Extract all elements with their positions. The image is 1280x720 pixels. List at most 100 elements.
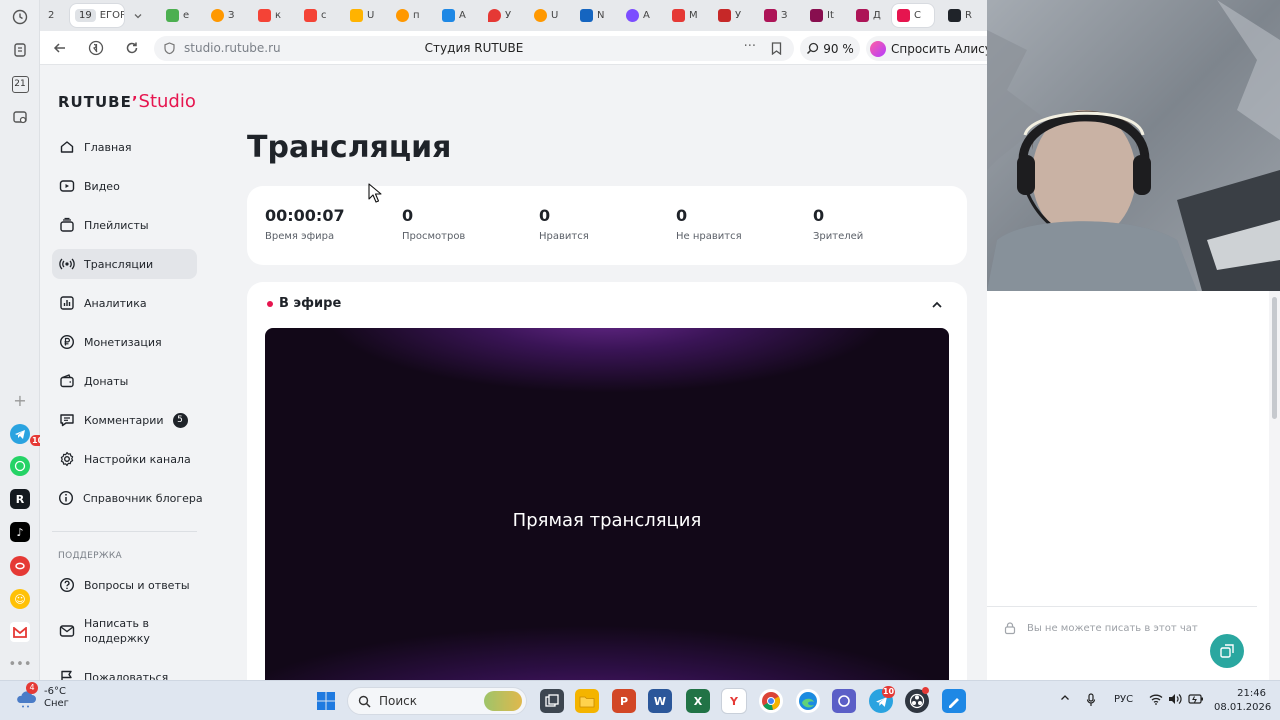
favicon-icon	[488, 9, 501, 22]
file-explorer-icon[interactable]	[575, 689, 599, 713]
chat-panel: Вы не можете писать в этот чат	[987, 291, 1280, 680]
tab-label: к	[275, 10, 282, 21]
tiktok-icon[interactable]: ♪	[10, 522, 30, 542]
whatsapp-icon[interactable]	[10, 456, 30, 476]
taskbar-search[interactable]: Поиск	[347, 687, 527, 715]
calendar-icon[interactable]: 21	[8, 72, 32, 96]
tab[interactable]: У	[713, 4, 747, 27]
more-options-icon[interactable]: ···	[744, 39, 756, 54]
paint-icon[interactable]	[942, 689, 966, 713]
page-title: Трансляция	[247, 130, 452, 165]
telegram-icon[interactable]: 10	[10, 424, 46, 446]
messenger-icon[interactable]	[832, 689, 856, 713]
more-icon[interactable]: •••	[8, 652, 32, 676]
sidebar-item-blogger-guide[interactable]: Справочник блогера	[52, 483, 203, 513]
tab[interactable]: М	[667, 4, 701, 27]
sidebar-item-analytics[interactable]: Аналитика	[52, 288, 197, 318]
live-section-header[interactable]: В эфире	[267, 296, 341, 311]
taskbar-search-label: Поиск	[379, 694, 418, 708]
history-icon[interactable]	[8, 5, 32, 29]
sidebar-item-comments[interactable]: Комментарии 5	[52, 405, 197, 435]
weather-widget[interactable]: 4 -6°C Снег	[14, 682, 69, 710]
task-view-icon[interactable]	[540, 689, 564, 713]
tab[interactable]: У	[483, 4, 517, 27]
sidebar-item-home[interactable]: Главная	[52, 132, 197, 162]
tab[interactable]: с	[299, 4, 333, 27]
windows-start-icon[interactable]	[314, 689, 338, 713]
word-icon[interactable]: W	[648, 689, 672, 713]
tab[interactable]: п	[391, 4, 425, 27]
zoom-button[interactable]: 90 %	[800, 36, 860, 61]
weather-badge: 4	[26, 682, 38, 694]
chevron-up-icon[interactable]	[927, 295, 947, 315]
sidebar-item-playlists[interactable]: Плейлисты	[52, 210, 197, 240]
live-player[interactable]: Прямая трансляция	[265, 328, 949, 680]
screenshot-icon[interactable]	[8, 105, 32, 129]
add-icon[interactable]: +	[8, 388, 32, 412]
sidebar-item-faq[interactable]: Вопросы и ответы	[52, 570, 197, 600]
tab[interactable]: е	[161, 4, 195, 27]
wifi-icon[interactable]	[1149, 693, 1163, 708]
tab[interactable]: З	[206, 4, 240, 27]
comment-icon	[58, 412, 75, 429]
sidebar-item-channel-settings[interactable]: Настройки канала	[52, 444, 197, 474]
back-icon[interactable]	[50, 38, 70, 58]
sidebar-item-donations[interactable]: Донаты	[52, 366, 197, 396]
tab-group-egor[interactable]: 19 ЕГОР	[70, 4, 124, 27]
tab-label: Д	[873, 10, 881, 21]
reload-icon[interactable]	[122, 38, 142, 58]
bookmark-icon[interactable]	[771, 42, 782, 55]
tab[interactable]: R	[943, 4, 983, 27]
tab-label: It	[827, 10, 834, 21]
excel-icon[interactable]: X	[686, 689, 710, 713]
telegram-taskbar-icon[interactable]: 10	[869, 686, 895, 713]
sidebar-item-contact-support[interactable]: Написать в поддержку	[52, 612, 197, 650]
chat-scroll-thumb[interactable]	[1272, 297, 1277, 419]
rutube-studio-logo[interactable]: RUTUBE’Studio	[58, 91, 196, 112]
sidebar-item-report[interactable]: Пожаловаться	[52, 662, 197, 680]
rutube-app-icon[interactable]: R	[10, 489, 30, 509]
stat-viewers: 0 Зрителей	[813, 206, 863, 242]
sidebar-item-broadcasts[interactable]: Трансляции	[52, 249, 197, 279]
tray-overflow-icon[interactable]	[1060, 693, 1070, 706]
tab[interactable]: It	[805, 4, 839, 27]
tab-label: М	[689, 10, 698, 21]
collections-icon[interactable]	[8, 38, 32, 62]
powerpoint-icon[interactable]: P	[612, 689, 636, 713]
ask-alice-label: Спросить Алису А	[891, 41, 991, 56]
tab-group-2[interactable]: 2	[43, 4, 65, 27]
home-icon	[58, 139, 75, 156]
input-language[interactable]: РУС	[1114, 694, 1133, 705]
chrome-icon[interactable]	[759, 689, 783, 713]
yandex-icon[interactable]	[86, 38, 106, 58]
url-field[interactable]: studio.rutube.ru Студия RUTUBE ···	[154, 36, 794, 61]
battery-icon[interactable]	[1188, 693, 1204, 708]
tab[interactable]: А	[437, 4, 471, 27]
tab[interactable]: к	[253, 4, 287, 27]
yandex-browser-icon[interactable]: Y	[722, 689, 746, 713]
stat-airtime: 00:00:07 Время эфира	[265, 206, 345, 242]
tab[interactable]: Д	[851, 4, 885, 27]
tab-dropdown-icon[interactable]	[128, 4, 150, 27]
ask-alice-button[interactable]: Спросить Алису А	[866, 36, 991, 61]
tab[interactable]: U	[345, 4, 379, 27]
favicon-icon	[948, 9, 961, 22]
tab[interactable]: U	[529, 4, 563, 27]
gmail-icon[interactable]	[10, 622, 30, 642]
edge-icon[interactable]	[796, 689, 820, 713]
tab-active-studio[interactable]: С	[892, 4, 934, 27]
tab[interactable]: А	[621, 4, 655, 27]
chat-popout-button[interactable]	[1210, 634, 1244, 668]
odnoklassniki-icon[interactable]	[10, 556, 30, 576]
sidebar-item-video[interactable]: Видео	[52, 171, 197, 201]
tab[interactable]: N	[575, 4, 609, 27]
microphone-icon[interactable]	[1086, 693, 1096, 710]
system-clock[interactable]: 21:46 08.01.2026	[1214, 687, 1271, 715]
volume-icon[interactable]	[1168, 693, 1182, 708]
sidebar-item-monetization[interactable]: Монетизация	[52, 327, 197, 357]
obs-icon[interactable]	[905, 687, 929, 713]
chat-scrollbar[interactable]	[1269, 291, 1280, 680]
tab[interactable]: З	[759, 4, 793, 27]
video-icon	[58, 178, 75, 195]
games-icon[interactable]: ☺	[10, 589, 30, 609]
